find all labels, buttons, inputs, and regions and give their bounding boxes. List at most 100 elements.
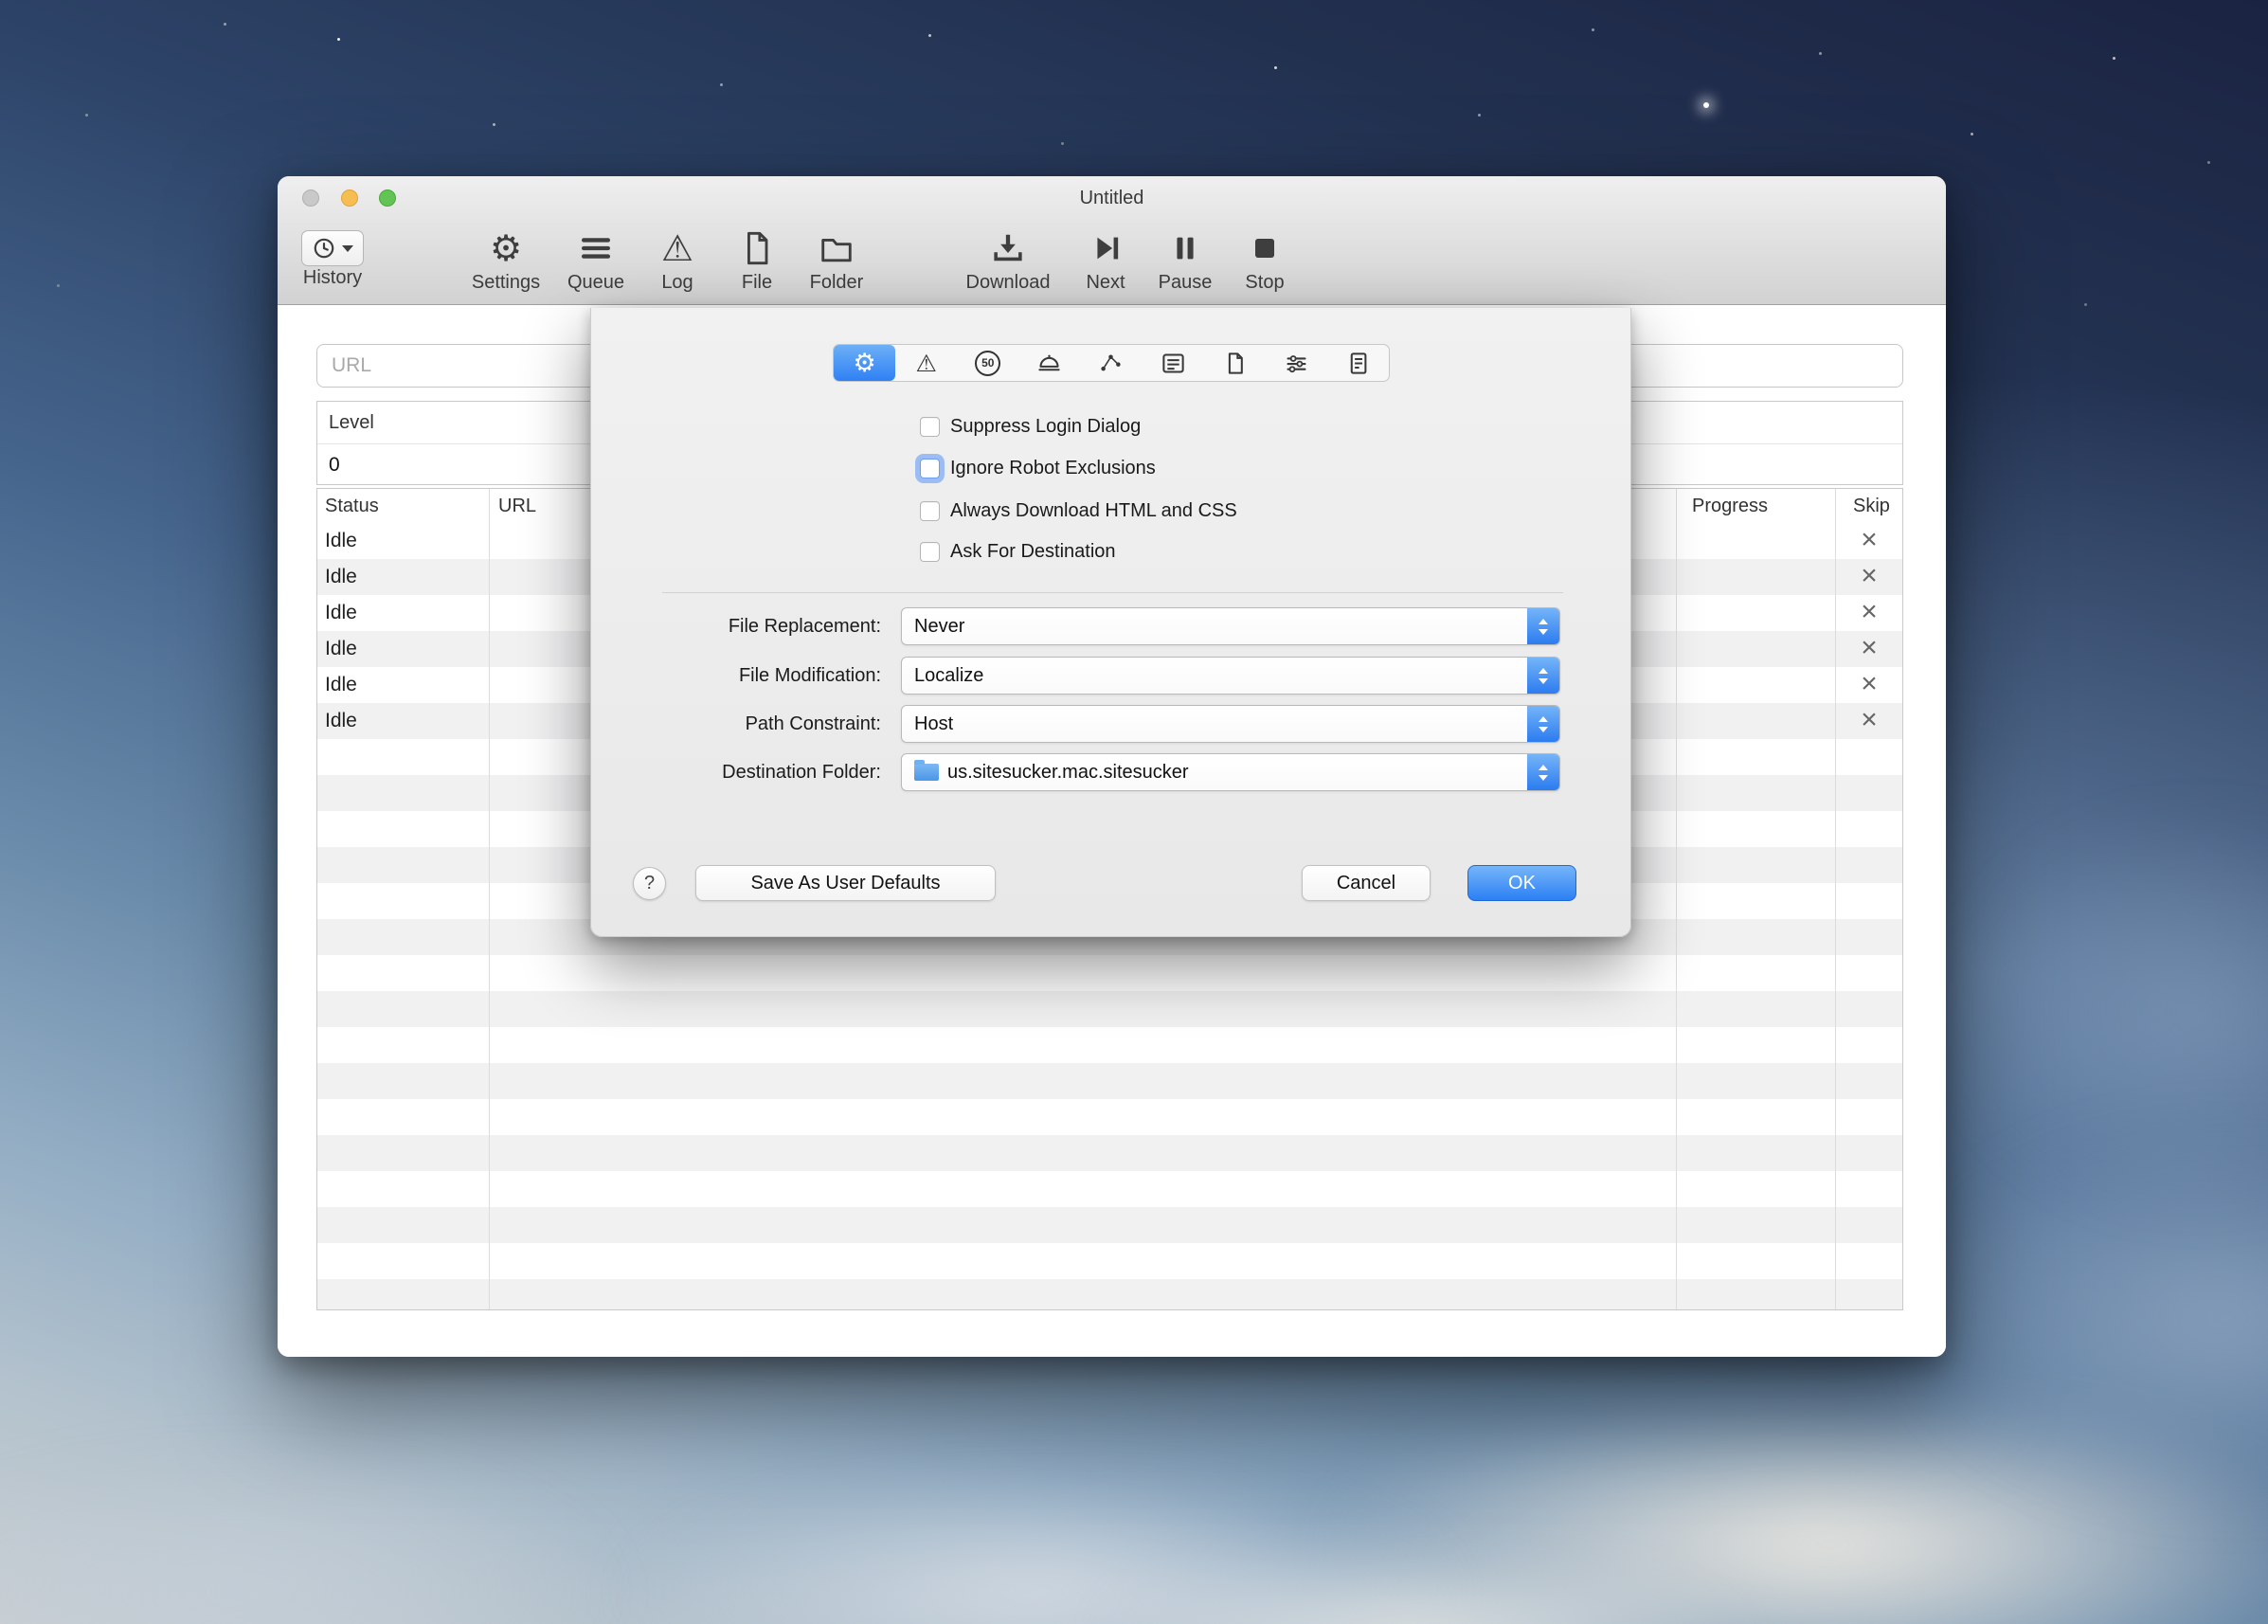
toolbar-history: History xyxy=(276,226,389,289)
checkbox-box[interactable] xyxy=(920,501,940,521)
status-cell: Idle xyxy=(325,631,357,667)
toolbar-stop-button[interactable]: Stop xyxy=(1208,226,1322,294)
stars xyxy=(0,0,3,3)
history-button[interactable] xyxy=(301,230,364,266)
column-header-progress: Progress xyxy=(1692,489,1768,523)
file-modification-row: File Modification: Localize xyxy=(591,657,1630,695)
column-divider xyxy=(1676,489,1677,1309)
file-icon xyxy=(738,229,776,267)
file-replacement-select[interactable]: Never xyxy=(901,607,1560,645)
field-label: File Modification: xyxy=(629,657,881,695)
status-cell: Idle xyxy=(325,523,357,559)
warning-icon: ⚠ xyxy=(915,352,936,375)
popup-stepper-icon xyxy=(1527,754,1559,790)
skip-icon[interactable]: × xyxy=(1835,667,1903,701)
path-icon xyxy=(1098,351,1124,376)
cloud xyxy=(0,1459,616,1624)
ok-button[interactable]: OK xyxy=(1467,865,1576,901)
tab-webserver[interactable] xyxy=(1018,345,1080,381)
help-button[interactable]: ? xyxy=(633,867,666,900)
folder-icon xyxy=(818,229,855,267)
history-clock-icon xyxy=(312,236,336,261)
cancel-button[interactable]: Cancel xyxy=(1302,865,1431,901)
checkbox-box[interactable] xyxy=(920,542,940,562)
checkbox-ignore-robots[interactable]: Ignore Robot Exclusions xyxy=(920,451,1156,485)
checkbox-box[interactable] xyxy=(920,417,940,437)
file-replacement-row: File Replacement: Never xyxy=(591,607,1630,645)
tab-advanced[interactable] xyxy=(1266,345,1327,381)
download-icon xyxy=(989,229,1027,267)
path-constraint-select[interactable]: Host xyxy=(901,705,1560,743)
skip-icon[interactable]: × xyxy=(1835,595,1903,629)
skip-icon[interactable]: × xyxy=(1835,703,1903,737)
checkbox-label: Ask For Destination xyxy=(950,541,1116,563)
window-title: Untitled xyxy=(278,188,1946,209)
selected-value: Localize xyxy=(914,665,983,687)
tab-file-types[interactable] xyxy=(1204,345,1266,381)
tab-forms[interactable] xyxy=(1143,345,1204,381)
tab-general[interactable]: ⚙ xyxy=(834,345,895,381)
settings-tabbar: ⚙ ⚠ 50 xyxy=(833,344,1390,382)
next-icon xyxy=(1087,229,1125,267)
status-cell: Idle xyxy=(325,595,357,631)
tab-errors[interactable]: ⚠ xyxy=(895,345,957,381)
toolbar-label: History xyxy=(276,267,389,289)
queue-icon xyxy=(577,229,615,267)
checkbox-label: Ignore Robot Exclusions xyxy=(950,458,1156,479)
cloud xyxy=(1952,815,2268,1213)
field-label: Path Constraint: xyxy=(629,705,881,743)
tab-paths[interactable] xyxy=(1080,345,1142,381)
desktop: Untitled History ⚙ Settings Queue xyxy=(0,0,2268,1624)
status-cell: Idle xyxy=(325,667,357,703)
checkbox-label: Always Download HTML and CSS xyxy=(950,500,1237,522)
skip-icon[interactable]: × xyxy=(1835,523,1903,557)
column-divider xyxy=(1835,489,1836,1309)
speed-limit-icon: 50 xyxy=(975,351,1000,376)
checkbox-label: Suppress Login Dialog xyxy=(950,416,1141,438)
skip-icon[interactable]: × xyxy=(1835,631,1903,665)
window-chrome: Untitled History ⚙ Settings Queue xyxy=(278,176,1946,305)
save-as-user-defaults-button[interactable]: Save As User Defaults xyxy=(695,865,996,901)
toolbar-label: Download xyxy=(951,272,1065,294)
folder-icon xyxy=(914,764,939,781)
destination-folder-row: Destination Folder: us.sitesucker.mac.si… xyxy=(591,753,1630,791)
script-icon xyxy=(1345,351,1371,376)
popup-stepper-icon xyxy=(1527,608,1559,644)
column-divider xyxy=(489,489,490,1309)
file-modification-select[interactable]: Localize xyxy=(901,657,1560,695)
checkbox-box[interactable] xyxy=(920,459,940,478)
help-label: ? xyxy=(644,873,655,894)
dome-icon xyxy=(1036,351,1062,376)
toolbar-download-button[interactable]: Download xyxy=(951,226,1065,294)
status-cell: Idle xyxy=(325,703,357,739)
list-icon xyxy=(1161,351,1186,376)
checkbox-suppress-login[interactable]: Suppress Login Dialog xyxy=(920,409,1141,443)
skip-icon[interactable]: × xyxy=(1835,559,1903,593)
popup-stepper-icon xyxy=(1527,706,1559,742)
selected-value: us.sitesucker.mac.sitesucker xyxy=(947,762,1189,784)
column-header-url: URL xyxy=(498,489,536,523)
field-label: Destination Folder: xyxy=(629,753,881,791)
checkbox-always-download[interactable]: Always Download HTML and CSS xyxy=(920,494,1237,528)
bright-star xyxy=(1703,102,1709,108)
warning-icon: ⚠ xyxy=(661,230,693,266)
toolbar-label: Folder xyxy=(780,272,893,294)
tab-log-settings[interactable] xyxy=(1327,345,1389,381)
column-header-status: Status xyxy=(325,489,379,523)
gear-icon: ⚙ xyxy=(490,230,522,266)
popup-stepper-icon xyxy=(1527,658,1559,694)
gear-icon: ⚙ xyxy=(853,351,875,376)
pause-icon xyxy=(1166,229,1204,267)
path-constraint-row: Path Constraint: Host xyxy=(591,705,1630,743)
document-icon xyxy=(1222,351,1248,376)
toolbar-folder-button[interactable]: Folder xyxy=(780,226,893,294)
selected-value: Never xyxy=(914,616,964,638)
selected-value: Host xyxy=(914,713,953,735)
tab-limits[interactable]: 50 xyxy=(957,345,1018,381)
destination-folder-select[interactable]: us.sitesucker.mac.sitesucker xyxy=(901,753,1560,791)
chevron-down-icon xyxy=(342,245,353,252)
checkbox-ask-destination[interactable]: Ask For Destination xyxy=(920,534,1116,568)
field-label: File Replacement: xyxy=(629,607,881,645)
settings-dialog: ⚙ ⚠ 50 xyxy=(590,308,1631,937)
column-header-skip: Skip xyxy=(1853,489,1890,523)
